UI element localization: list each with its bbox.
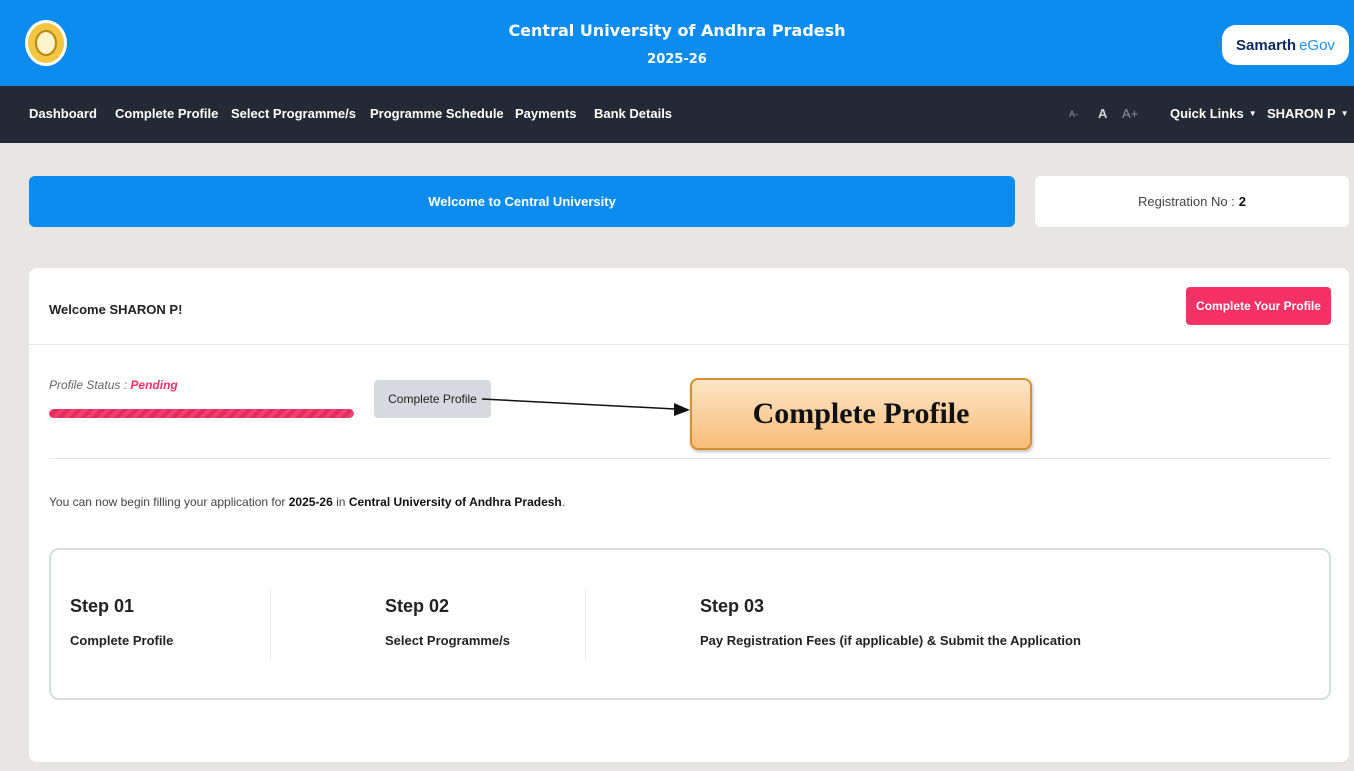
font-decrease-button[interactable]: A- (1069, 109, 1078, 119)
registration-label: Registration No : (1137, 194, 1235, 209)
chevron-down-icon: ▼ (1340, 109, 1349, 118)
quick-links-dropdown[interactable]: Quick Links ▼ (1170, 106, 1257, 121)
welcome-message: Welcome SHARON P! (49, 302, 183, 317)
font-normal-button[interactable]: A (1098, 106, 1107, 121)
font-increase-button[interactable]: A+ (1122, 106, 1138, 121)
profile-progress-bar (49, 409, 354, 418)
dashboard-card: Welcome SHARON P! Complete Your Profile … (29, 268, 1349, 762)
info-prefix: You can now begin filling your applicati… (49, 495, 286, 509)
user-name: SHARON P (1267, 106, 1336, 121)
welcome-banner: Welcome to Central University (29, 176, 1015, 227)
info-mid: in (336, 495, 346, 509)
main-navbar: Dashboard Complete Profile Select Progra… (0, 86, 1354, 143)
quick-links-label: Quick Links (1170, 106, 1244, 121)
chevron-down-icon: ▼ (1248, 109, 1257, 118)
top-header: Central University of Andhra Pradesh 202… (0, 0, 1354, 86)
step-2-title: Step 02 (385, 596, 450, 616)
info-year: 2025-26 (288, 495, 333, 509)
complete-profile-button[interactable]: Complete Profile (374, 380, 491, 418)
nav-complete-profile[interactable]: Complete Profile (115, 106, 218, 121)
step-1-desc: Complete Profile (70, 633, 174, 648)
step-3-title: Step 03 (700, 596, 765, 616)
brand-sub: eGov (1299, 36, 1335, 54)
university-title: Central University of Andhra Pradesh (508, 21, 846, 40)
step-1: Step 01 Complete Profile (70, 596, 173, 648)
step-2-desc: Select Programme/s (385, 633, 511, 648)
step-separator (270, 590, 271, 660)
complete-your-profile-button[interactable]: Complete Your Profile (1186, 287, 1331, 325)
info-suffix: . (561, 495, 566, 509)
nav-payments[interactable]: Payments (515, 106, 576, 121)
nav-dashboard[interactable]: Dashboard (29, 106, 97, 121)
profile-status-value: Pending (130, 378, 178, 392)
divider (49, 458, 1331, 459)
step-1-title: Step 01 (70, 596, 135, 616)
divider (29, 344, 1349, 345)
nav-bank-details[interactable]: Bank Details (594, 106, 672, 121)
nav-programme-schedule[interactable]: Programme Schedule (370, 106, 504, 121)
step-2: Step 02 Select Programme/s (385, 596, 510, 648)
step-3: Step 03 Pay Registration Fees (if applic… (700, 596, 1081, 648)
application-info-text: You can now begin filling your applicati… (49, 495, 565, 509)
annotation-callout: Complete Profile (690, 378, 1032, 450)
profile-status-label: Profile Status : (49, 378, 128, 392)
user-menu-dropdown[interactable]: SHARON P ▼ (1267, 106, 1349, 121)
registration-number: 2 (1238, 194, 1247, 209)
info-university: Central University of Andhra Pradesh (348, 495, 562, 509)
step-3-desc: Pay Registration Fees (if applicable) & … (700, 633, 1081, 648)
profile-progress-fill (49, 409, 354, 418)
profile-status: Profile Status : Pending (49, 378, 178, 392)
step-separator (585, 590, 586, 660)
academic-year: 2025-26 (647, 52, 707, 67)
steps-panel: Step 01 Complete Profile Step 02 Select … (49, 548, 1331, 700)
samarth-egov-logo[interactable]: Samarth eGov (1222, 25, 1349, 65)
nav-select-programmes[interactable]: Select Programme/s (231, 106, 356, 121)
registration-box: Registration No :2 (1035, 176, 1349, 227)
brand-main: Samarth (1236, 36, 1297, 54)
